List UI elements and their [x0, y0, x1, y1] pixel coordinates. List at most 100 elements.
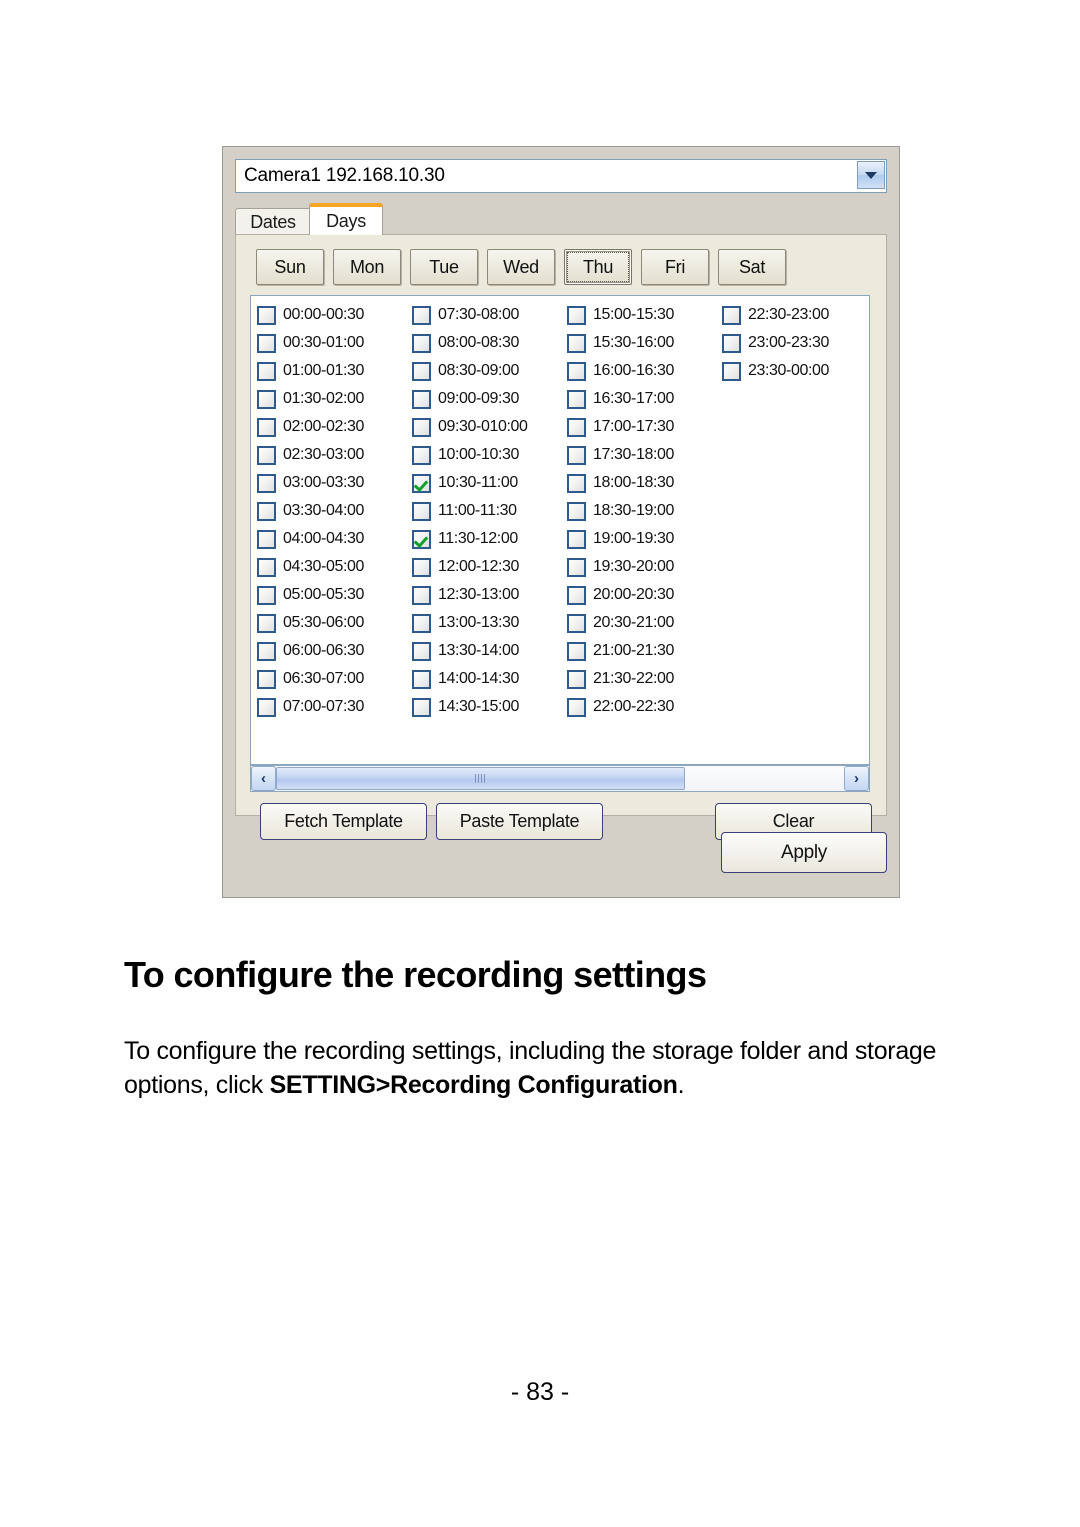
tab-days[interactable]: Days	[309, 203, 383, 235]
time-slot-checkbox[interactable]	[257, 389, 276, 409]
time-slot-checkbox[interactable]	[257, 557, 276, 577]
time-slot-row[interactable]: 09:00-09:30	[412, 385, 567, 413]
time-slot-row[interactable]: 08:30-09:00	[412, 357, 567, 385]
time-slot-checkbox[interactable]	[257, 641, 276, 661]
fetch-template-button[interactable]: Fetch Template	[260, 803, 427, 840]
time-slot-row[interactable]: 07:30-08:00	[412, 301, 567, 329]
time-slot-row[interactable]: 19:00-19:30	[567, 525, 722, 553]
time-slot-row[interactable]: 14:30-15:00	[412, 693, 567, 721]
time-slot-checkbox-checked[interactable]	[412, 473, 431, 493]
time-slot-checkbox[interactable]	[257, 361, 276, 381]
time-slot-row[interactable]: 23:30-00:00	[722, 357, 869, 385]
time-slot-row[interactable]: 03:30-04:00	[257, 497, 412, 525]
time-slot-row[interactable]: 20:00-20:30	[567, 581, 722, 609]
scrollbar-thumb[interactable]	[276, 767, 685, 790]
time-slot-checkbox[interactable]	[412, 585, 431, 605]
time-slot-row[interactable]: 13:00-13:30	[412, 609, 567, 637]
time-slot-checkbox[interactable]	[567, 305, 586, 325]
weekday-button-tue[interactable]: Tue	[410, 249, 478, 285]
time-slot-row[interactable]: 11:30-12:00	[412, 525, 567, 553]
time-slot-checkbox[interactable]	[257, 669, 276, 689]
time-slot-checkbox[interactable]	[567, 389, 586, 409]
time-slot-row[interactable]: 15:30-16:00	[567, 329, 722, 357]
time-slot-row[interactable]: 17:00-17:30	[567, 413, 722, 441]
time-slot-checkbox[interactable]	[257, 333, 276, 353]
weekday-button-sun[interactable]: Sun	[256, 249, 324, 285]
scroll-right-arrow-icon[interactable]: ›	[844, 766, 869, 791]
time-slot-checkbox[interactable]	[567, 529, 586, 549]
time-slot-row[interactable]: 03:00-03:30	[257, 469, 412, 497]
time-slot-row[interactable]: 05:30-06:00	[257, 609, 412, 637]
time-slot-checkbox[interactable]	[567, 585, 586, 605]
time-slot-row[interactable]: 04:00-04:30	[257, 525, 412, 553]
time-slot-row[interactable]: 10:30-11:00	[412, 469, 567, 497]
time-slot-checkbox[interactable]	[412, 305, 431, 325]
time-slot-checkbox[interactable]	[412, 361, 431, 381]
time-slot-row[interactable]: 22:00-22:30	[567, 693, 722, 721]
time-slot-checkbox[interactable]	[412, 333, 431, 353]
time-slot-row[interactable]: 21:30-22:00	[567, 665, 722, 693]
time-slot-checkbox[interactable]	[257, 529, 276, 549]
weekday-button-sat[interactable]: Sat	[718, 249, 786, 285]
time-slot-checkbox[interactable]	[567, 697, 586, 717]
time-slot-row[interactable]: 09:30-010:00	[412, 413, 567, 441]
time-slot-checkbox[interactable]	[412, 417, 431, 437]
time-slot-checkbox[interactable]	[567, 669, 586, 689]
time-slot-row[interactable]: 23:00-23:30	[722, 329, 869, 357]
time-slot-checkbox[interactable]	[412, 669, 431, 689]
time-slot-checkbox[interactable]	[722, 361, 741, 381]
time-slot-list[interactable]: 00:00-00:30 00:30-01:00 01:00-01:30 01:30-0…	[250, 295, 870, 765]
time-slot-row[interactable]: 06:30-07:00	[257, 665, 412, 693]
time-slot-checkbox[interactable]	[412, 389, 431, 409]
time-slot-checkbox[interactable]	[412, 557, 431, 577]
time-slot-row[interactable]: 17:30-18:00	[567, 441, 722, 469]
weekday-button-thu[interactable]: Thu	[564, 249, 632, 285]
scroll-left-arrow-icon[interactable]: ‹	[251, 766, 276, 791]
weekday-button-wed[interactable]: Wed	[487, 249, 555, 285]
weekday-button-fri[interactable]: Fri	[641, 249, 709, 285]
time-slot-checkbox[interactable]	[567, 361, 586, 381]
tab-dates[interactable]: Dates	[235, 208, 311, 235]
time-slot-row[interactable]: 02:30-03:00	[257, 441, 412, 469]
time-slot-checkbox[interactable]	[257, 305, 276, 325]
time-slot-row[interactable]: 12:30-13:00	[412, 581, 567, 609]
time-slot-checkbox[interactable]	[567, 417, 586, 437]
time-slot-row[interactable]: 19:30-20:00	[567, 553, 722, 581]
time-slot-row[interactable]: 18:30-19:00	[567, 497, 722, 525]
time-slot-row[interactable]: 00:30-01:00	[257, 329, 412, 357]
time-slot-row[interactable]: 11:00-11:30	[412, 497, 567, 525]
time-slot-row[interactable]: 10:00-10:30	[412, 441, 567, 469]
time-slot-row[interactable]: 22:30-23:00	[722, 301, 869, 329]
time-slot-checkbox[interactable]	[412, 697, 431, 717]
time-slot-checkbox[interactable]	[567, 613, 586, 633]
time-slot-row[interactable]: 05:00-05:30	[257, 581, 412, 609]
apply-button[interactable]: Apply	[721, 832, 887, 873]
time-slot-row[interactable]: 04:30-05:00	[257, 553, 412, 581]
horizontal-scrollbar[interactable]: ‹ ›	[250, 765, 870, 792]
time-slot-checkbox[interactable]	[257, 473, 276, 493]
time-slot-row[interactable]: 06:00-06:30	[257, 637, 412, 665]
time-slot-checkbox[interactable]	[567, 445, 586, 465]
time-slot-checkbox[interactable]	[567, 557, 586, 577]
time-slot-checkbox[interactable]	[257, 697, 276, 717]
time-slot-row[interactable]: 13:30-14:00	[412, 637, 567, 665]
time-slot-checkbox[interactable]	[567, 473, 586, 493]
time-slot-row[interactable]: 18:00-18:30	[567, 469, 722, 497]
time-slot-checkbox-checked[interactable]	[412, 529, 431, 549]
time-slot-checkbox[interactable]	[412, 641, 431, 661]
time-slot-row[interactable]: 16:30-17:00	[567, 385, 722, 413]
time-slot-row[interactable]: 21:00-21:30	[567, 637, 722, 665]
time-slot-checkbox[interactable]	[257, 501, 276, 521]
time-slot-checkbox[interactable]	[412, 501, 431, 521]
scrollbar-track[interactable]	[276, 766, 844, 791]
time-slot-checkbox[interactable]	[722, 333, 741, 353]
time-slot-row[interactable]: 00:00-00:30	[257, 301, 412, 329]
time-slot-checkbox[interactable]	[257, 585, 276, 605]
time-slot-checkbox[interactable]	[722, 305, 741, 325]
time-slot-row[interactable]: 01:30-02:00	[257, 385, 412, 413]
camera-combo-box[interactable]: Camera1 192.168.10.30	[235, 159, 887, 193]
time-slot-row[interactable]: 16:00-16:30	[567, 357, 722, 385]
time-slot-row[interactable]: 15:00-15:30	[567, 301, 722, 329]
time-slot-row[interactable]: 12:00-12:30	[412, 553, 567, 581]
time-slot-checkbox[interactable]	[567, 333, 586, 353]
